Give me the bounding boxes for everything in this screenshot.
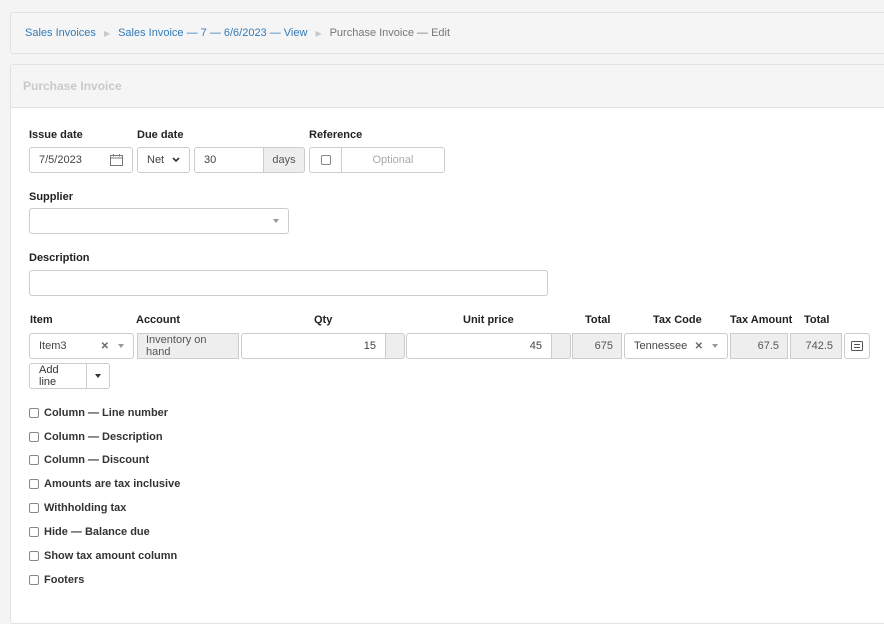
column-header-item: Item [30, 314, 53, 326]
column-header-qty: Qty [314, 314, 333, 326]
breadcrumb-separator-icon: ▶ [315, 28, 322, 38]
reference-input[interactable]: Optional [341, 147, 445, 173]
line-qty-input[interactable]: 15 [241, 333, 386, 359]
clear-icon[interactable]: ✕ [695, 341, 703, 352]
option-checkbox[interactable] [29, 575, 39, 585]
option-checkbox[interactable] [29, 527, 39, 537]
option-label: Column — Line number [44, 407, 169, 419]
option-checkbox[interactable] [29, 432, 39, 442]
line-details-button[interactable] [844, 333, 870, 359]
line-total: 675 [572, 333, 622, 359]
line-tax-code-value: Tennessee [634, 340, 688, 352]
option-label: Column — Description [44, 431, 163, 443]
option-label: Amounts are tax inclusive [44, 478, 181, 490]
add-line-label: Add line [39, 364, 59, 388]
line-qty-value: 15 [363, 340, 376, 352]
option-column-line-number[interactable]: Column — Line number [29, 407, 168, 419]
option-checkbox[interactable] [29, 551, 39, 561]
due-date-label: Due date [137, 129, 184, 141]
option-checkbox[interactable] [29, 479, 39, 489]
line-qty-addon [385, 333, 405, 359]
line-item-select[interactable]: Item3 ✕ [29, 333, 134, 359]
option-footers[interactable]: Footers [29, 574, 84, 586]
caret-down-icon [95, 374, 101, 378]
option-label: Hide — Balance due [44, 526, 150, 538]
due-days-input[interactable]: 30 [194, 147, 264, 173]
calendar-icon[interactable] [110, 154, 123, 166]
line-tax-amount: 67.5 [730, 333, 788, 359]
option-column-discount[interactable]: Column — Discount [29, 454, 149, 466]
line-unit-price-input[interactable]: 45 [406, 333, 552, 359]
panel-header: Purchase Invoice [11, 65, 884, 108]
reference-checkbox[interactable] [320, 155, 331, 165]
option-checkbox[interactable] [29, 408, 39, 418]
purchase-invoice-panel: Purchase Invoice Issue date 7/5/2023 Due… [10, 64, 884, 624]
supplier-label: Supplier [29, 191, 74, 203]
option-hide-balance-due[interactable]: Hide — Balance due [29, 526, 150, 538]
column-header-total: Total [585, 314, 611, 326]
add-line-button[interactable]: Add line [29, 363, 87, 389]
option-label: Show tax amount column [44, 550, 178, 562]
issue-date-value: 7/5/2023 [39, 154, 82, 166]
breadcrumb-sales-invoice-view-link[interactable]: Sales Invoice — 7 — 6/6/2023 — View [118, 27, 307, 39]
breadcrumb-separator-icon: ▶ [103, 28, 111, 38]
option-checkbox[interactable] [29, 503, 39, 513]
column-header-unit-price: Unit price [463, 314, 514, 326]
column-header-tax-code: Tax Code [653, 314, 702, 326]
option-label: Footers [44, 574, 85, 586]
description-label: Description [29, 252, 90, 264]
line-account: Inventory on hand [137, 333, 239, 359]
column-header-grand-total: Total [804, 314, 830, 326]
column-header-account: Account [136, 314, 180, 326]
line-tax-code-select[interactable]: Tennessee ✕ [624, 333, 728, 359]
line-unit-price-addon [551, 333, 571, 359]
option-withholding-tax[interactable]: Withholding tax [29, 502, 126, 514]
dropdown-caret-icon [712, 344, 718, 348]
reference-placeholder: Optional [372, 154, 414, 166]
reference-checkbox-addon[interactable] [309, 147, 342, 173]
breadcrumb-sales-invoices-link[interactable]: Sales Invoices [25, 27, 96, 39]
line-unit-price-value: 45 [529, 340, 542, 352]
option-show-tax-amount-column[interactable]: Show tax amount column [29, 550, 177, 562]
option-checkbox[interactable] [29, 455, 39, 465]
chevron-down-icon [172, 157, 180, 163]
column-header-tax-amount: Tax Amount [730, 314, 793, 326]
option-label: Column — Discount [44, 454, 150, 466]
line-details-icon [851, 341, 863, 351]
reference-label: Reference [309, 129, 363, 141]
option-column-description[interactable]: Column — Description [29, 431, 163, 443]
breadcrumb-current: Purchase Invoice — Edit [329, 27, 451, 39]
line-grand-total: 742.5 [790, 333, 842, 359]
add-line-dropdown-toggle[interactable] [86, 363, 110, 389]
panel-title: Purchase Invoice [23, 79, 122, 93]
due-days-value: 30 [204, 154, 217, 166]
option-amounts-tax-inclusive[interactable]: Amounts are tax inclusive [29, 478, 180, 490]
line-item-value: Item3 [39, 340, 67, 352]
due-date-type-select[interactable]: Net [137, 147, 190, 173]
supplier-select[interactable] [29, 208, 289, 234]
dropdown-caret-icon [273, 219, 279, 223]
days-addon: days [263, 147, 305, 173]
clear-icon[interactable]: ✕ [101, 341, 109, 352]
option-label: Withholding tax [44, 502, 127, 514]
issue-date-label: Issue date [29, 129, 83, 141]
breadcrumb: Sales Invoices ▶ Sales Invoice — 7 — 6/6… [10, 12, 884, 54]
issue-date-input[interactable]: 7/5/2023 [29, 147, 133, 173]
due-date-type-value: Net [147, 154, 165, 166]
dropdown-caret-icon [118, 344, 124, 348]
description-input[interactable] [29, 270, 548, 296]
